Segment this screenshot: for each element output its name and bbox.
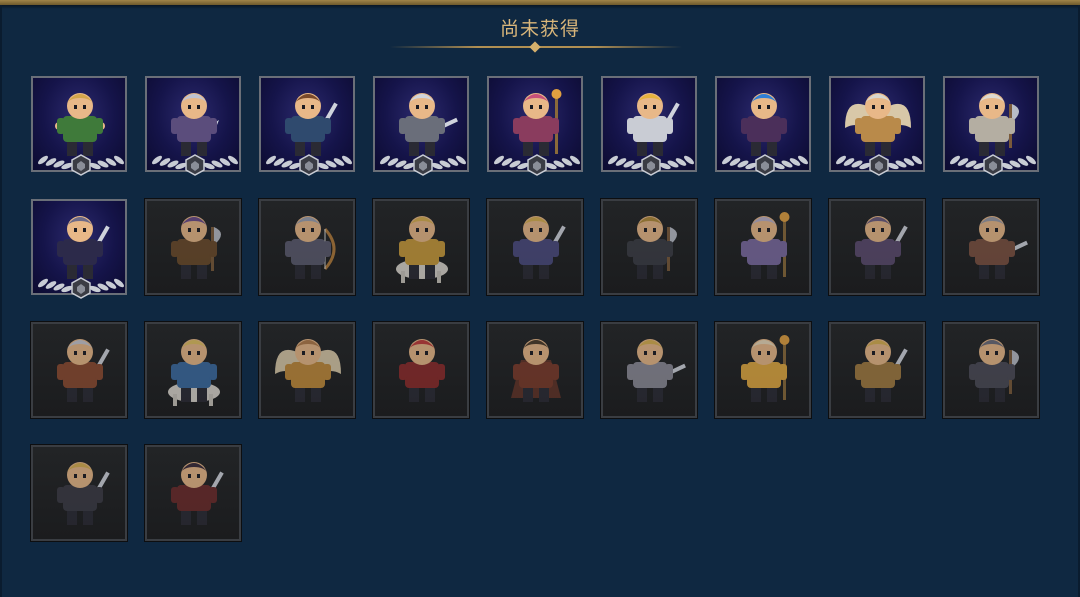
laurel-badge-icon — [38, 154, 124, 176]
hero-card-owned[interactable] — [31, 199, 127, 299]
hero-sprite-icon — [168, 339, 220, 406]
hero-card-locked[interactable] — [943, 322, 1039, 418]
laurel-badge-icon — [494, 154, 580, 176]
hero-sprite-icon — [171, 93, 219, 156]
hero-card-owned[interactable] — [487, 76, 583, 176]
hero-sprite-icon — [969, 93, 1019, 156]
hero-card-owned[interactable] — [145, 76, 241, 176]
hero-card-owned[interactable] — [943, 76, 1039, 176]
hero-sprite-icon — [855, 339, 908, 402]
hero-card-locked[interactable] — [145, 199, 241, 295]
hero-sprite-icon — [275, 339, 341, 402]
hero-sprite-icon — [969, 339, 1019, 402]
hero-card-locked[interactable] — [487, 322, 583, 418]
top-frame-shadow — [0, 5, 1080, 9]
laurel-badge-icon — [950, 154, 1036, 176]
divider-gem-icon — [529, 41, 541, 53]
hero-sprite-icon — [399, 93, 458, 156]
laurel-badge-icon — [266, 154, 352, 176]
hero-sprite-icon — [171, 462, 224, 525]
hero-card-locked[interactable] — [259, 322, 355, 418]
hero-card-locked[interactable] — [829, 199, 925, 295]
section-title: 尚未获得 — [499, 18, 580, 40]
laurel-badge-icon — [836, 154, 922, 176]
hero-card-locked[interactable] — [145, 322, 241, 418]
hero-sprite-icon — [845, 93, 911, 156]
hero-card-locked[interactable] — [31, 445, 127, 541]
hero-sprite-icon — [741, 335, 790, 402]
hero-sprite-icon — [513, 89, 562, 156]
hero-card-owned[interactable] — [31, 76, 127, 176]
hero-card-owned[interactable] — [829, 76, 925, 176]
hero-sprite-icon — [171, 216, 221, 279]
hero-card-locked[interactable] — [601, 199, 697, 295]
hero-card-locked[interactable] — [715, 199, 811, 295]
hero-sprite-icon — [741, 212, 790, 279]
hero-card-locked[interactable] — [829, 322, 925, 418]
hero-sprite-icon — [627, 339, 686, 402]
hero-card-locked[interactable] — [259, 199, 355, 295]
hero-sprite-icon — [57, 462, 110, 525]
hero-card-locked[interactable] — [31, 322, 127, 418]
hero-sprite-icon — [855, 216, 908, 279]
laurel-badge-icon — [608, 154, 694, 176]
hero-card-owned[interactable] — [259, 76, 355, 176]
hero-sprite-icon — [627, 93, 680, 156]
hero-card-owned[interactable] — [715, 76, 811, 176]
hero-sprite-icon — [627, 216, 677, 279]
hero-card-owned[interactable] — [373, 76, 469, 176]
hero-sprite-icon — [511, 339, 561, 402]
hero-sprite-icon — [285, 93, 338, 156]
hero-card-locked[interactable] — [373, 322, 469, 418]
hero-sprite-icon — [969, 216, 1028, 279]
hero-sprite-icon — [55, 93, 105, 156]
hero-card-locked[interactable] — [715, 322, 811, 418]
hero-sprite-icon — [396, 216, 448, 283]
laurel-badge-icon — [38, 277, 124, 299]
hero-sprite-icon — [285, 216, 336, 279]
hero-card-locked[interactable] — [487, 199, 583, 295]
laurel-badge-icon — [722, 154, 808, 176]
hero-card-locked[interactable] — [943, 199, 1039, 295]
hero-card-owned[interactable] — [601, 76, 697, 176]
left-frame-border — [0, 5, 2, 597]
hero-card-locked[interactable] — [373, 199, 469, 295]
hero-sprite-icon — [399, 339, 445, 402]
hero-sprite-icon — [57, 216, 110, 279]
hero-card-locked[interactable] — [601, 322, 697, 418]
laurel-badge-icon — [380, 154, 466, 176]
hero-sprite-icon — [57, 339, 110, 402]
hero-sprite-icon — [513, 216, 566, 279]
hero-card-locked[interactable] — [145, 445, 241, 541]
laurel-badge-icon — [152, 154, 238, 176]
hero-sprite-icon — [741, 93, 787, 156]
